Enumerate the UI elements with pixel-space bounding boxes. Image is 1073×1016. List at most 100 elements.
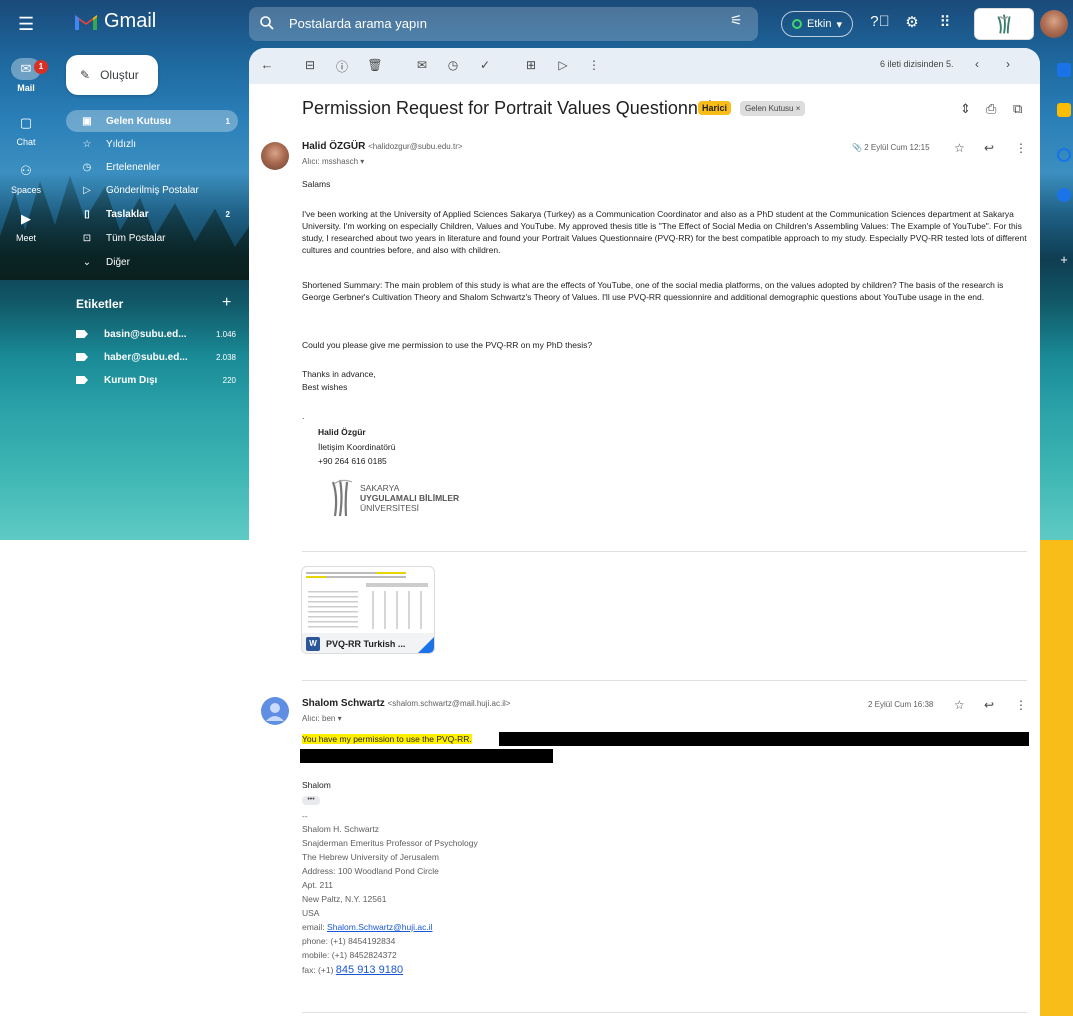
organization-logo[interactable] [974,8,1034,40]
settings-gear-icon[interactable]: ⚙ [901,13,923,31]
nav-sent[interactable]: ▷ Gönderilmiş Postalar [66,179,238,201]
calendar-icon[interactable] [1057,63,1071,77]
newer-chevron-icon[interactable]: ‹ [975,57,979,71]
account-avatar[interactable] [1040,10,1068,38]
compose-button[interactable]: ✎ Oluştur [66,55,158,95]
more-vert-icon[interactable]: ⋮ [1015,141,1027,155]
more-vert-icon[interactable]: ⋮ [585,58,603,72]
nav-more[interactable]: ⌄ Diğer [66,251,238,273]
apps-grid-icon[interactable]: ⠿ [934,13,956,31]
highlighted-permission-text: You have my permission to use the PVQ-RR… [302,734,472,744]
label-item[interactable]: haber@subu.ed... 2.038 [76,348,236,366]
label-tag-icon [76,330,88,338]
attachment-card[interactable]: W PVQ-RR Turkish ... [301,566,435,654]
status-dot-icon [792,19,802,29]
date-text: 2 Eylül Cum 12:15 [864,143,930,152]
search-bar[interactable]: Postalarda arama yapın [249,7,758,41]
main-menu-icon[interactable]: ☰ [18,14,34,35]
label-item[interactable]: basin@subu.ed... 1.046 [76,325,236,343]
reply-icon[interactable]: ↩ [984,141,994,155]
sender-line: Shalom Schwartz <shalom.schwartz@mail.hu… [302,698,510,709]
nav-label: Gönderilmiş Postalar [106,184,199,196]
add-task-icon[interactable]: ✓ [476,58,494,72]
more-vert-icon[interactable]: ⋮ [1015,698,1027,712]
draft-icon: ▯ [84,208,90,220]
label-tag-icon [76,353,88,361]
fax-link[interactable]: 845 913 9180 [336,964,403,976]
divider [302,1012,1027,1013]
university-name: SAKARYA UYGULAMALI BİLİMLER ÜNİVERSİTESİ [360,483,459,513]
move-to-icon[interactable]: ⊞ [522,58,540,72]
rail-spaces[interactable]: ⚇ Spaces [0,160,52,195]
sender-avatar[interactable] [261,697,289,725]
back-arrow-icon[interactable]: ← [258,57,276,72]
nav-label: Tüm Postalar [106,232,166,244]
snooze-icon[interactable]: ◷ [444,58,462,72]
star-icon[interactable]: ☆ [954,141,965,155]
label-item[interactable]: Kurum Dışı 220 [76,371,236,389]
meet-icon: ▶ [21,211,31,226]
nav-starred[interactable]: ☆ Yıldızlı [66,133,238,155]
university-emblem-icon [331,479,353,517]
body-paragraph: Shortened Summary: The main problem of t… [302,280,1004,302]
sender-name[interactable]: Halid ÖZGÜR [302,141,365,152]
contacts-icon[interactable] [1057,188,1071,202]
nav-snoozed[interactable]: ◷ Ertelenenler [66,156,238,178]
help-icon[interactable]: ?⃝ [869,13,891,30]
recipient-line[interactable]: Alıcı: ben ▾ [302,714,342,723]
report-spam-icon[interactable]: ⓘ [333,58,351,75]
email-label: email: [302,922,328,932]
reply-icon[interactable]: ↩ [984,698,994,712]
search-icon[interactable] [259,15,275,31]
spaces-icon: ⚇ [20,163,32,178]
signature-line: Snajderman Emeritus Professor of Psychol… [302,838,478,848]
sender-avatar[interactable] [261,142,289,170]
rail-meet[interactable]: ▶ Meet [0,208,52,243]
logo-line: UYGULAMALI BİLİMLER [360,493,460,503]
star-icon[interactable]: ☆ [954,698,965,712]
show-trimmed-content-button[interactable]: ••• [302,796,320,805]
redaction-bar [499,732,1029,746]
nav-label: Diğer [106,256,130,268]
sender-name[interactable]: Shalom Schwartz [302,698,385,709]
delete-icon[interactable]: 🗑 [366,58,384,72]
sender-email: <shalom.schwartz@mail.huji.ac.il> [387,699,511,708]
label-name: haber@subu.ed... [104,351,188,363]
search-options-icon[interactable]: ⚟ [730,12,743,29]
rail-chat[interactable]: ▢ Chat [0,112,52,147]
nav-inbox[interactable]: ▣ Gelen Kutusu 1 [66,110,238,132]
recipient-line[interactable]: Alıcı: msshasch ▾ [302,157,364,166]
older-chevron-icon[interactable]: › [1006,57,1010,71]
signature-line: New Paltz, N.Y. 12561 [302,894,387,904]
signature-separator: -- [302,811,308,821]
search-input[interactable]: Postalarda arama yapın [289,16,427,31]
labels-heading: Etiketler [76,297,124,311]
nav-drafts[interactable]: ▯ Taslaklar 2 [66,203,238,225]
send-icon: ▷ [83,184,91,196]
open-new-window-icon[interactable]: ⧉ [1013,101,1022,117]
attachment-preview [306,572,428,629]
add-label-icon[interactable]: + [222,294,231,312]
signature-fax-line: fax: (+1) 845 913 9180 [302,964,403,977]
nav-all-mail[interactable]: ⊡ Tüm Postalar [66,227,238,249]
divider [302,551,1027,552]
tasks-icon[interactable] [1057,148,1071,162]
gmail-window: ☰ Gmail Postalarda arama yapın ⚟ Etkin ▾… [0,0,1073,1016]
sender-email: <halidozgur@subu.edu.tr> [368,142,463,151]
add-addon-icon[interactable]: + [1057,253,1071,267]
inbox-label-chip[interactable]: Gelen Kutusu × [740,101,806,116]
label-icon[interactable]: ▷ [554,58,572,72]
expand-all-icon[interactable]: ⇕ [960,101,971,117]
status-selector[interactable]: Etkin ▾ [781,11,853,37]
chevron-down-icon: ⌄ [82,256,92,268]
gmail-logo[interactable]: Gmail [74,10,156,33]
signature-title: İletişim Koordinatörü [318,442,396,452]
signature-email-line: email: Shalom.Schwartz@huji.ac.il [302,921,433,934]
signature-line: USA [302,908,320,918]
redaction-bar [300,749,553,763]
print-icon[interactable]: ⎙ [986,101,996,117]
mark-unread-icon[interactable]: ✉ [413,58,431,72]
email-link[interactable]: Shalom.Schwartz@huji.ac.il [327,922,432,932]
archive-icon[interactable]: ⊟ [301,58,319,72]
keep-icon[interactable] [1057,103,1071,117]
